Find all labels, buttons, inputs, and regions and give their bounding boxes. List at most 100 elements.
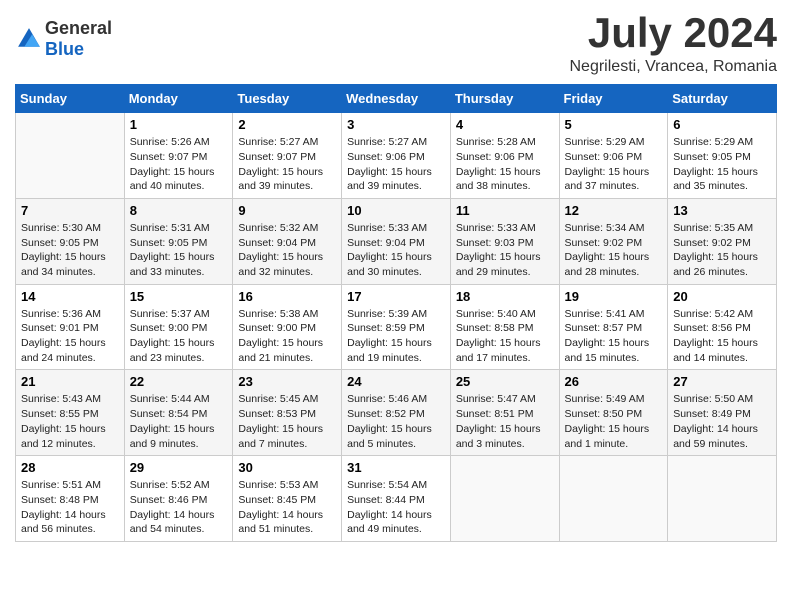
weekday-header-wednesday: Wednesday: [342, 85, 451, 113]
calendar-cell: 23Sunrise: 5:45 AM Sunset: 8:53 PM Dayli…: [233, 370, 342, 456]
calendar-cell: 6Sunrise: 5:29 AM Sunset: 9:05 PM Daylig…: [668, 113, 777, 199]
day-info: Sunrise: 5:47 AM Sunset: 8:51 PM Dayligh…: [456, 392, 554, 451]
day-number: 3: [347, 117, 445, 132]
day-info: Sunrise: 5:36 AM Sunset: 9:01 PM Dayligh…: [21, 307, 119, 366]
day-info: Sunrise: 5:46 AM Sunset: 8:52 PM Dayligh…: [347, 392, 445, 451]
day-number: 8: [130, 203, 228, 218]
day-number: 10: [347, 203, 445, 218]
day-info: Sunrise: 5:30 AM Sunset: 9:05 PM Dayligh…: [21, 221, 119, 280]
calendar-cell: 21 Sunrise: 5:43 AM Sunset: 8:55 PM Dayli…: [16, 370, 125, 456]
day-number: 13: [673, 203, 771, 218]
calendar-cell: 4 Sunrise: 5:28 AM Sunset: 9:06 PM Daylig…: [450, 113, 559, 199]
day-number: 28: [21, 460, 119, 475]
calendar-cell: 7Sunrise: 5:30 AM Sunset: 9:05 PM Daylig…: [16, 198, 125, 284]
calendar-cell: 19Sunrise: 5:41 AM Sunset: 8:57 PM Dayli…: [559, 284, 668, 370]
calendar-cell: [16, 113, 125, 199]
logo-icon: [15, 25, 43, 53]
day-number: 6: [673, 117, 771, 132]
day-number: 17: [347, 289, 445, 304]
calendar-cell: 13 Sunrise: 5:35 AM Sunset: 9:02 PM Dayli…: [668, 198, 777, 284]
day-info: Sunrise: 5:37 AM Sunset: 9:00 PM Dayligh…: [130, 307, 228, 366]
day-info: Sunrise: 5:42 AM Sunset: 8:56 PM Dayligh…: [673, 307, 771, 366]
weekday-header-tuesday: Tuesday: [233, 85, 342, 113]
calendar-cell: 28 Sunrise: 5:51 AM Sunset: 8:48 PM Dayli…: [16, 456, 125, 542]
calendar-table: SundayMondayTuesdayWednesdayThursdayFrid…: [15, 84, 777, 542]
day-number: 15: [130, 289, 228, 304]
day-number: 22: [130, 374, 228, 389]
calendar-cell: 5Sunrise: 5:29 AM Sunset: 9:06 PM Daylig…: [559, 113, 668, 199]
calendar-cell: 29Sunrise: 5:52 AM Sunset: 8:46 PM Dayli…: [124, 456, 233, 542]
calendar-cell: 15 Sunrise: 5:37 AM Sunset: 9:00 PM Dayli…: [124, 284, 233, 370]
calendar-week-row: 14Sunrise: 5:36 AM Sunset: 9:01 PM Dayli…: [16, 284, 777, 370]
day-info: Sunrise: 5:35 AM Sunset: 9:02 PM Dayligh…: [673, 221, 771, 280]
calendar-cell: 16 Sunrise: 5:38 AM Sunset: 9:00 PM Dayli…: [233, 284, 342, 370]
day-number: 31: [347, 460, 445, 475]
day-number: 2: [238, 117, 336, 132]
calendar-cell: 17 Sunrise: 5:39 AM Sunset: 8:59 PM Dayli…: [342, 284, 451, 370]
day-number: 20: [673, 289, 771, 304]
day-number: 18: [456, 289, 554, 304]
day-info: Sunrise: 5:39 AM Sunset: 8:59 PM Dayligh…: [347, 307, 445, 366]
title-area: July 2024 Negrilesti, Vrancea, Romania: [570, 10, 778, 76]
day-number: 5: [565, 117, 663, 132]
page-header: General Blue July 2024 Negrilesti, Vranc…: [15, 10, 777, 76]
day-number: 12: [565, 203, 663, 218]
day-info: Sunrise: 5:27 AM Sunset: 9:06 PM Dayligh…: [347, 135, 445, 194]
calendar-cell: 20 Sunrise: 5:42 AM Sunset: 8:56 PM Dayli…: [668, 284, 777, 370]
weekday-header-sunday: Sunday: [16, 85, 125, 113]
logo-blue-text: Blue: [45, 39, 84, 59]
calendar-week-row: 1Sunrise: 5:26 AM Sunset: 9:07 PM Daylig…: [16, 113, 777, 199]
day-info: Sunrise: 5:44 AM Sunset: 8:54 PM Dayligh…: [130, 392, 228, 451]
calendar-cell: [450, 456, 559, 542]
logo: General Blue: [15, 18, 112, 60]
day-info: Sunrise: 5:50 AM Sunset: 8:49 PM Dayligh…: [673, 392, 771, 451]
calendar-cell: 1Sunrise: 5:26 AM Sunset: 9:07 PM Daylig…: [124, 113, 233, 199]
day-number: 9: [238, 203, 336, 218]
calendar-cell: 10 Sunrise: 5:33 AM Sunset: 9:04 PM Dayli…: [342, 198, 451, 284]
day-info: Sunrise: 5:33 AM Sunset: 9:04 PM Dayligh…: [347, 221, 445, 280]
weekday-header-thursday: Thursday: [450, 85, 559, 113]
day-number: 1: [130, 117, 228, 132]
calendar-cell: 24 Sunrise: 5:46 AM Sunset: 8:52 PM Dayli…: [342, 370, 451, 456]
calendar-cell: 11Sunrise: 5:33 AM Sunset: 9:03 PM Dayli…: [450, 198, 559, 284]
day-number: 24: [347, 374, 445, 389]
day-number: 16: [238, 289, 336, 304]
month-title: July 2024: [570, 10, 778, 56]
day-number: 19: [565, 289, 663, 304]
day-info: Sunrise: 5:52 AM Sunset: 8:46 PM Dayligh…: [130, 478, 228, 537]
day-info: Sunrise: 5:43 AM Sunset: 8:55 PM Dayligh…: [21, 392, 119, 451]
day-info: Sunrise: 5:27 AM Sunset: 9:07 PM Dayligh…: [238, 135, 336, 194]
day-info: Sunrise: 5:32 AM Sunset: 9:04 PM Dayligh…: [238, 221, 336, 280]
weekday-header-monday: Monday: [124, 85, 233, 113]
calendar-cell: 22 Sunrise: 5:44 AM Sunset: 8:54 PM Dayli…: [124, 370, 233, 456]
calendar-cell: 18 Sunrise: 5:40 AM Sunset: 8:58 PM Dayli…: [450, 284, 559, 370]
calendar-body: 1Sunrise: 5:26 AM Sunset: 9:07 PM Daylig…: [16, 113, 777, 542]
day-info: Sunrise: 5:45 AM Sunset: 8:53 PM Dayligh…: [238, 392, 336, 451]
calendar-cell: 26Sunrise: 5:49 AM Sunset: 8:50 PM Dayli…: [559, 370, 668, 456]
calendar-week-row: 28 Sunrise: 5:51 AM Sunset: 8:48 PM Dayli…: [16, 456, 777, 542]
weekday-header-friday: Friday: [559, 85, 668, 113]
calendar-cell: 9 Sunrise: 5:32 AM Sunset: 9:04 PM Daylig…: [233, 198, 342, 284]
day-info: Sunrise: 5:40 AM Sunset: 8:58 PM Dayligh…: [456, 307, 554, 366]
day-info: Sunrise: 5:38 AM Sunset: 9:00 PM Dayligh…: [238, 307, 336, 366]
day-info: Sunrise: 5:51 AM Sunset: 8:48 PM Dayligh…: [21, 478, 119, 537]
calendar-cell: [668, 456, 777, 542]
calendar-cell: 30Sunrise: 5:53 AM Sunset: 8:45 PM Dayli…: [233, 456, 342, 542]
calendar-cell: 3 Sunrise: 5:27 AM Sunset: 9:06 PM Daylig…: [342, 113, 451, 199]
calendar-cell: 8Sunrise: 5:31 AM Sunset: 9:05 PM Daylig…: [124, 198, 233, 284]
day-info: Sunrise: 5:54 AM Sunset: 8:44 PM Dayligh…: [347, 478, 445, 537]
calendar-cell: 14Sunrise: 5:36 AM Sunset: 9:01 PM Dayli…: [16, 284, 125, 370]
day-info: Sunrise: 5:49 AM Sunset: 8:50 PM Dayligh…: [565, 392, 663, 451]
day-number: 11: [456, 203, 554, 218]
calendar-week-row: 21 Sunrise: 5:43 AM Sunset: 8:55 PM Dayli…: [16, 370, 777, 456]
day-number: 4: [456, 117, 554, 132]
calendar-cell: 31 Sunrise: 5:54 AM Sunset: 8:44 PM Dayli…: [342, 456, 451, 542]
day-info: Sunrise: 5:34 AM Sunset: 9:02 PM Dayligh…: [565, 221, 663, 280]
day-number: 30: [238, 460, 336, 475]
calendar-cell: 25Sunrise: 5:47 AM Sunset: 8:51 PM Dayli…: [450, 370, 559, 456]
weekday-header-row: SundayMondayTuesdayWednesdayThursdayFrid…: [16, 85, 777, 113]
day-number: 21: [21, 374, 119, 389]
location-subtitle: Negrilesti, Vrancea, Romania: [570, 58, 778, 76]
day-info: Sunrise: 5:28 AM Sunset: 9:06 PM Dayligh…: [456, 135, 554, 194]
day-number: 27: [673, 374, 771, 389]
